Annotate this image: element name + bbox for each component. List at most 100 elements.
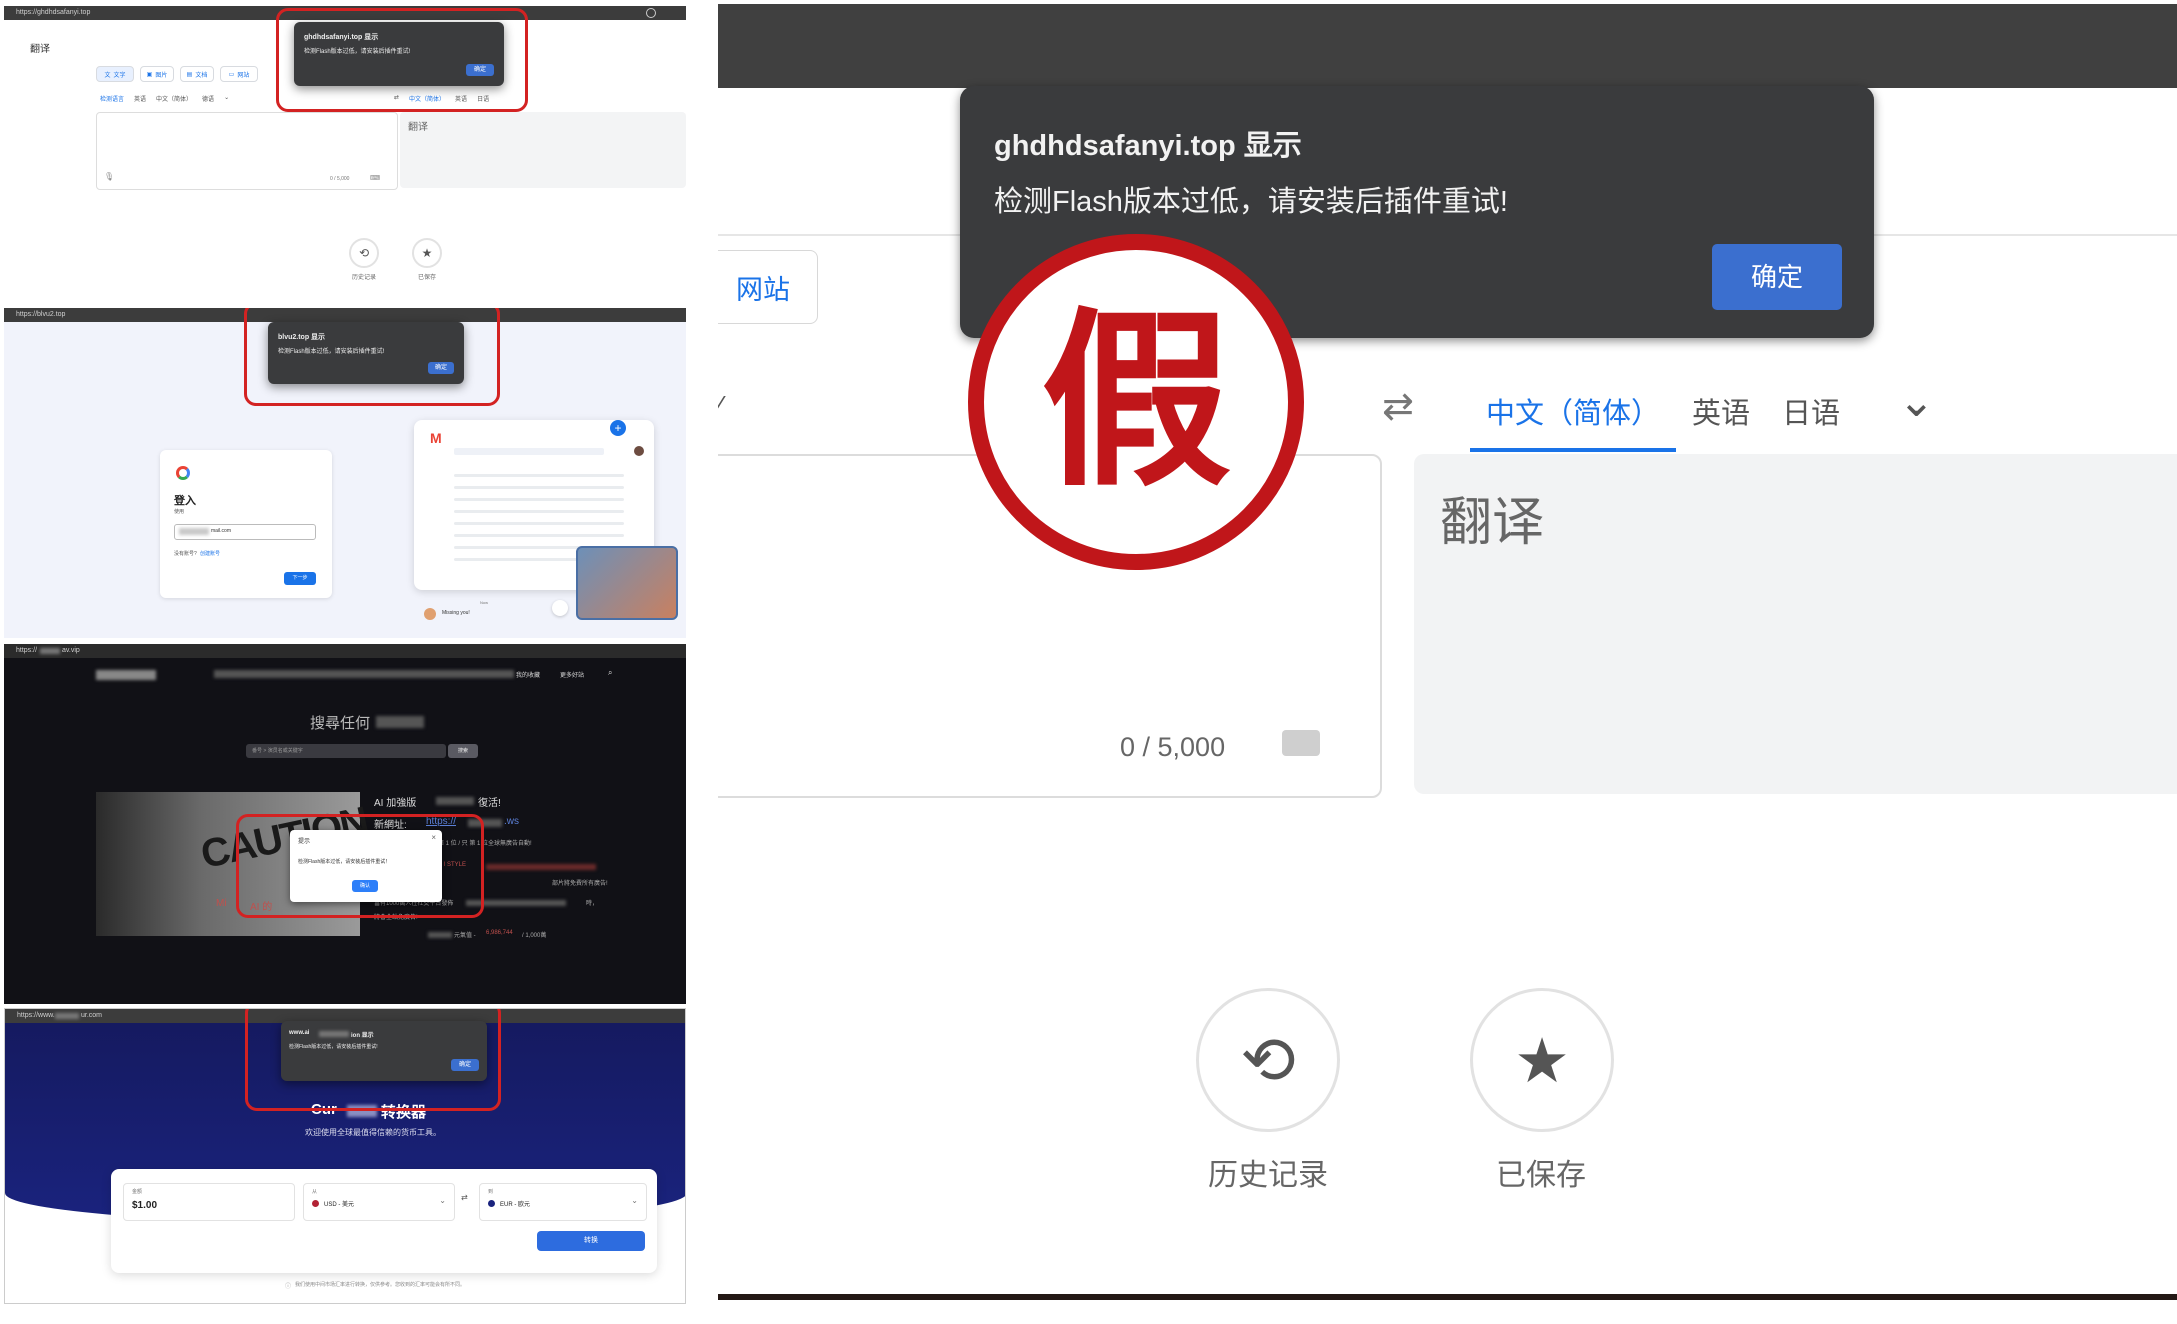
saved-button[interactable]: ★ (1470, 988, 1614, 1132)
convert-button[interactable]: 转换 (537, 1231, 645, 1251)
website-icon: ▭ (228, 71, 235, 78)
amount-field[interactable]: 金额 $1.00 (123, 1183, 295, 1221)
search-button[interactable]: 搜索 (448, 744, 478, 758)
nav-favorites[interactable]: 我的收藏 (516, 670, 540, 679)
promo-title: AI 加強版 (374, 798, 417, 809)
counter-value: 6,986,744 (486, 930, 513, 936)
mic-icon[interactable]: 🎙 (104, 172, 114, 181)
target-lang-english[interactable]: 英语 (1692, 390, 1750, 432)
swap-icon[interactable]: ⇄ (1382, 384, 1414, 429)
tab-website[interactable]: 网站 (718, 250, 818, 324)
tab-text[interactable]: 文文字 (96, 66, 134, 82)
meet-icon[interactable] (552, 600, 568, 616)
address-url[interactable]: https://ghdhdsafanyi.top (16, 9, 90, 16)
panel-currency-thumb: https://www. ur.com Cur 转换器 欢迎使用全球最值得信赖的… (4, 1008, 686, 1304)
history-label: 历史记录 (351, 275, 376, 281)
text-icon: 文 (104, 72, 111, 79)
redacted-line (486, 864, 596, 870)
source-lang-detect[interactable]: 检测语言 (100, 94, 124, 103)
swap-icon[interactable]: ⇄ (461, 1193, 468, 1202)
source-lang-chinese[interactable]: 中文（简体） (156, 94, 192, 103)
email-value: mail.com (211, 528, 232, 534)
keyboard-icon[interactable]: ⌨ (370, 174, 380, 182)
amount-label: 金额 (132, 1189, 143, 1195)
address-url-end: ur.com (81, 1012, 103, 1019)
source-textarea[interactable] (96, 112, 398, 190)
to-value: EUR - 欧元 (500, 1202, 531, 1208)
avatar (634, 446, 644, 456)
flag-eu-icon (488, 1200, 495, 1207)
tab-website[interactable]: ▭ 网站 (220, 66, 258, 82)
page-subheading: 欢迎使用全球最值得信赖的货币工具。 (305, 1128, 441, 1137)
output-placeholder: 翻译 (1440, 494, 1545, 552)
search-placeholder: 番号 > 演员名或关键字 (252, 748, 303, 754)
mail-row (454, 522, 624, 525)
to-label: 到 (488, 1189, 494, 1195)
image-caption: Mi (216, 898, 227, 909)
to-currency-select[interactable]: 到 EUR - 欧元 ⌄ (479, 1183, 647, 1221)
fake-stamp: 假 (968, 234, 1304, 570)
bottom-rule (718, 1294, 2177, 1300)
history-button[interactable]: ⟲ (349, 238, 379, 268)
keyboard-icon[interactable] (1282, 730, 1320, 756)
output-placeholder: 翻译 (408, 122, 428, 133)
address-url[interactable]: https:// (16, 647, 37, 654)
chevron-down-icon[interactable]: ⌄ (224, 94, 229, 103)
create-account-link[interactable]: 创建账号 (200, 550, 220, 557)
address-url[interactable]: https://www. (17, 1012, 55, 1019)
dialog-message: 检测Flash版本过低，请安装后插件重试! (994, 186, 1508, 218)
target-lang-chinese[interactable]: 中文（简体） (1486, 390, 1660, 432)
saved-label: 已保存 (417, 275, 436, 281)
saved-button[interactable]: ★ (412, 238, 442, 268)
history-button[interactable]: ⟲ (1196, 988, 1340, 1132)
nav-more-sites[interactable]: 更多好站 (560, 670, 584, 679)
mail-row (454, 486, 624, 489)
highlight-box (236, 814, 484, 918)
google-logo-icon (176, 466, 190, 480)
panel-zoom: 网站 ⁄ ⇄ 中文（简体） 英语 日语 ⌄ 0 / 5,000 翻译 ⟲ 历史记… (718, 4, 2177, 1308)
browser-top-bar (718, 4, 2177, 88)
compose-plus-icon[interactable]: + (610, 420, 626, 436)
from-label: 从 (312, 1189, 318, 1195)
chevron-down-icon: ⌄ (631, 1196, 638, 1205)
gmail-logo-icon: M (430, 430, 442, 446)
amount-value: $1.00 (132, 1200, 158, 1211)
chat-bubble: Missing you! Now (424, 600, 554, 624)
chat-avatar (424, 608, 436, 620)
stamp-text: 假 (1040, 291, 1231, 512)
footnote: 我们使用中间市场汇率进行转换，仅供参考。您收到的汇率可能会有所不同。 (295, 1282, 466, 1288)
history-icon: ⟲ (358, 246, 370, 260)
source-lang-english[interactable]: 英语 (134, 94, 146, 103)
target-output: 翻译 (400, 112, 686, 188)
redacted-url (40, 648, 60, 654)
source-lang-bar: 检测语言 英语 中文（简体） 德语 ⌄ (100, 94, 229, 103)
app-title: 翻译 (30, 44, 50, 55)
search-icon[interactable]: ⌕ (608, 668, 612, 678)
chevron-down-icon: ⌄ (439, 1196, 446, 1205)
chevron-down-icon[interactable]: ⌄ (1898, 376, 1935, 427)
from-currency-select[interactable]: 从 USD - 美元 ⌄ (303, 1183, 455, 1221)
address-url[interactable]: https://blvu2.top (16, 311, 65, 318)
dialog-ok-button[interactable]: 确定 (1712, 244, 1842, 310)
no-account-text: 没有账号? (174, 551, 197, 557)
chat-time: Now (480, 600, 489, 605)
redacted-title (436, 797, 474, 805)
promo-title-end: 復活! (478, 798, 501, 809)
highlight-box (245, 1009, 501, 1111)
search-input[interactable]: 番号 > 演员名或关键字 (246, 744, 446, 758)
tab-image[interactable]: ▣ 图片 (140, 66, 174, 82)
tab-document[interactable]: ▤ 文档 (180, 66, 214, 82)
source-lang-german[interactable]: 德语 (202, 94, 214, 103)
counter-label: 元氣值 - (454, 933, 476, 939)
gmail-search-bar (454, 448, 604, 455)
browser-address-bar: https:// av.vip (4, 644, 686, 658)
next-button[interactable]: 下一步 (284, 572, 316, 585)
mail-row (454, 510, 624, 513)
promo-line-4-end: 時， (586, 901, 599, 907)
email-field[interactable]: mail.com (174, 524, 316, 540)
panel-dark-site-thumb: https:// av.vip 我的收藏 更多好站 ⌕ 搜尋任何 番号 > 演员… (4, 644, 686, 1004)
promo-line-3: 部片將免費所有廣告! (552, 881, 608, 887)
signin-subtitle: 使用 (174, 509, 185, 515)
target-lang-japanese[interactable]: 日语 (1782, 390, 1840, 432)
reload-icon[interactable] (646, 8, 656, 18)
